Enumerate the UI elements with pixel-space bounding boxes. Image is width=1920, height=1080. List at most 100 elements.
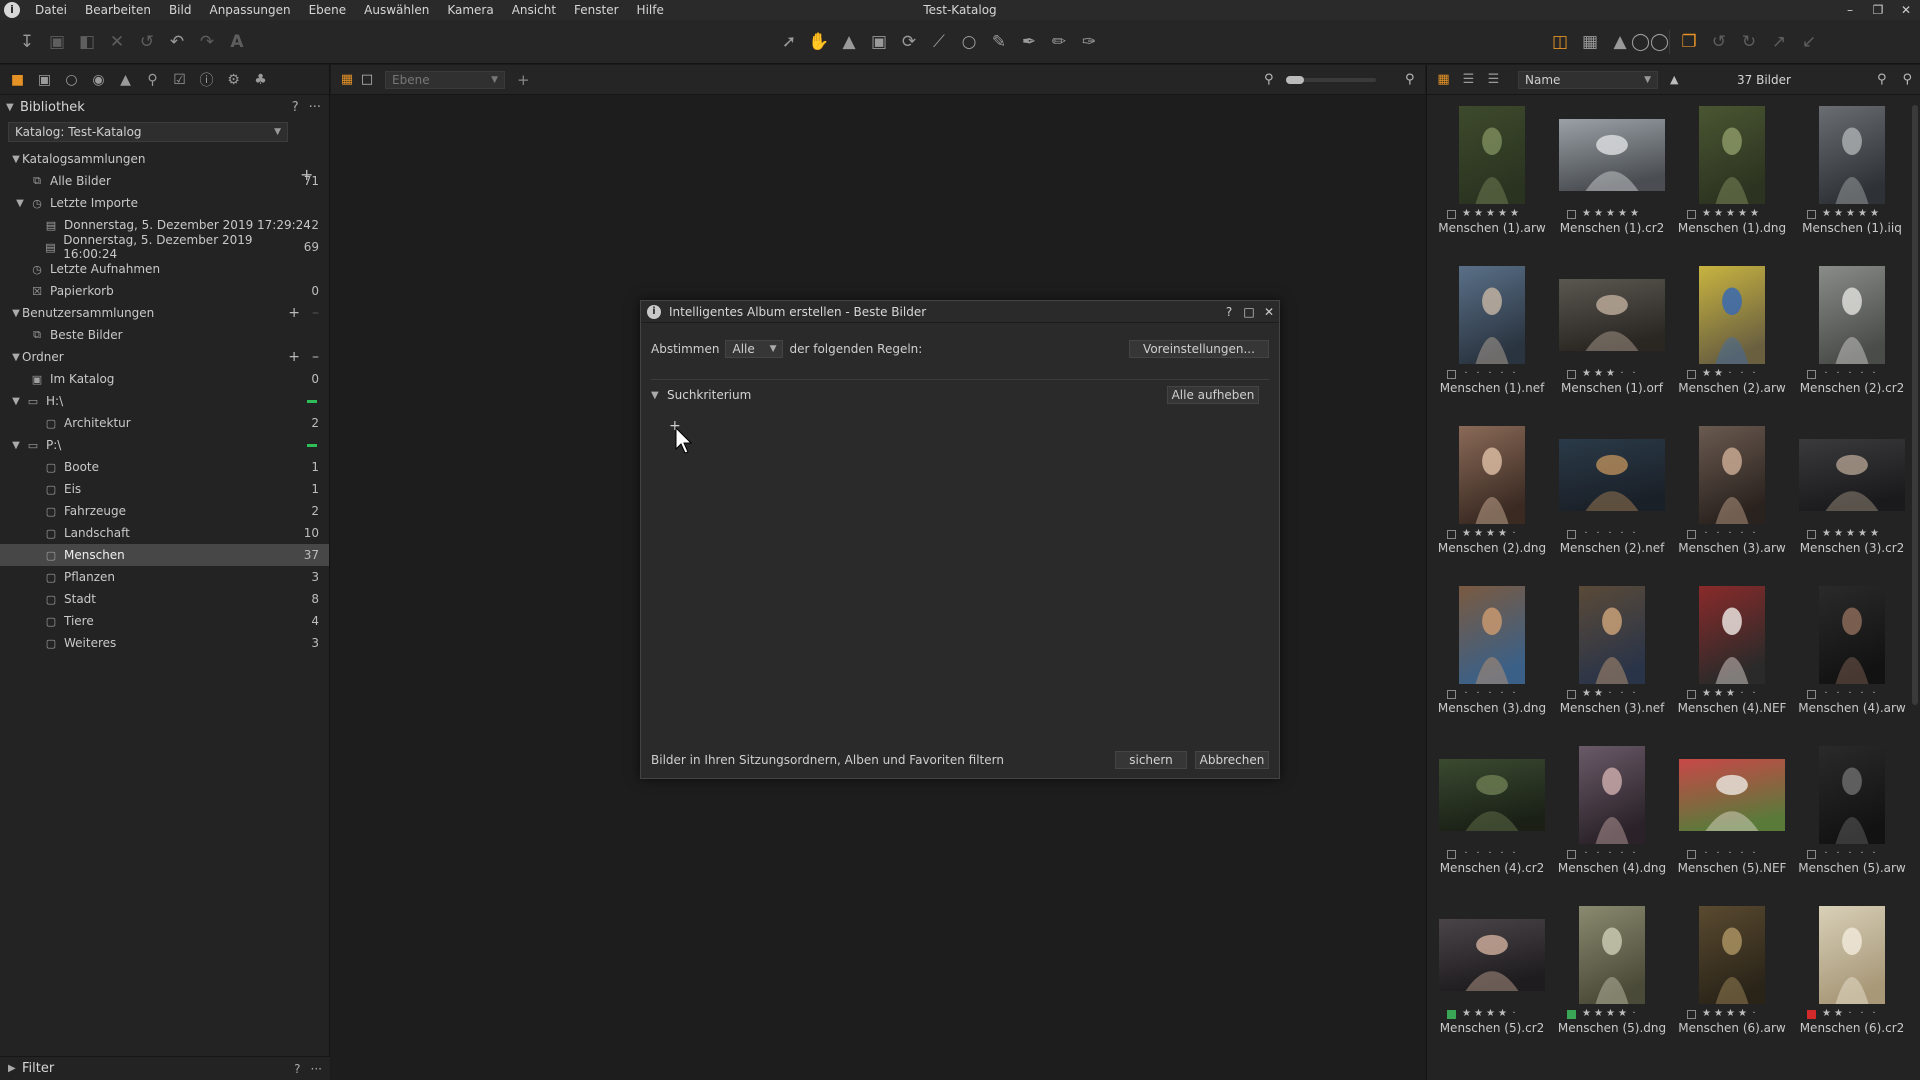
- star-empty-icon[interactable]: ·: [1606, 529, 1614, 539]
- maximize-icon[interactable]: ❐: [1864, 0, 1892, 20]
- more-icon[interactable]: ···: [309, 100, 321, 115]
- color-tag-checkbox[interactable]: [1687, 209, 1696, 219]
- thumbnail-item[interactable]: ★ ★ ★ ★ · Menschen (5).dng: [1553, 905, 1671, 1065]
- hand-icon[interactable]: ✋: [804, 27, 834, 57]
- thumbnail-item[interactable]: ★ ★ ★ ★ ★ Menschen (1).iiq: [1793, 105, 1911, 265]
- glasses-icon[interactable]: ◯◯: [1631, 27, 1669, 57]
- drive-item[interactable]: ▼ ▭ P:\: [0, 434, 329, 456]
- star-empty-icon[interactable]: ·: [1606, 689, 1614, 699]
- star-filled-icon[interactable]: ★: [1474, 529, 1483, 539]
- thumbnail-item[interactable]: ★ ★ · · · Menschen (2).arw: [1673, 265, 1791, 425]
- star-empty-icon[interactable]: ·: [1582, 849, 1590, 859]
- color-tag-checkbox[interactable]: [1687, 529, 1696, 539]
- star-empty-icon[interactable]: ·: [1618, 689, 1626, 699]
- star-rating[interactable]: ★ ★ ★ ★ ·: [1447, 1008, 1547, 1020]
- color-tag-checkbox[interactable]: [1687, 369, 1696, 379]
- star-filled-icon[interactable]: ★: [1630, 209, 1639, 219]
- details-view-icon[interactable]: ☰: [1481, 72, 1506, 87]
- star-empty-icon[interactable]: ·: [1750, 849, 1758, 859]
- star-filled-icon[interactable]: ★: [1714, 1009, 1723, 1019]
- star-empty-icon[interactable]: ·: [1510, 529, 1518, 539]
- star-filled-icon[interactable]: ★: [1474, 209, 1483, 219]
- star-filled-icon[interactable]: ★: [1462, 1009, 1471, 1019]
- star-filled-icon[interactable]: ★: [1750, 209, 1759, 219]
- styles-tab-icon[interactable]: ♣: [247, 69, 274, 91]
- star-empty-icon[interactable]: ·: [1870, 849, 1878, 859]
- star-filled-icon[interactable]: ★: [1486, 529, 1495, 539]
- folder-item[interactable]: ▢ Menschen 37: [0, 544, 329, 566]
- color-tag-checkbox[interactable]: [1447, 849, 1456, 859]
- star-rating[interactable]: ★ ★ · · ·: [1687, 368, 1787, 380]
- star-rating[interactable]: ★ ★ · · ·: [1567, 688, 1667, 700]
- star-filled-icon[interactable]: ★: [1714, 689, 1723, 699]
- star-empty-icon[interactable]: ·: [1510, 1009, 1518, 1019]
- folder-item[interactable]: ▢ Pflanzen 3: [0, 566, 329, 588]
- zoom-out-icon[interactable]: ⚲: [1264, 65, 1274, 95]
- thumbnail-item[interactable]: ★ ★ · · · Menschen (6).cr2: [1793, 905, 1911, 1065]
- cancel-button[interactable]: Abbrechen: [1195, 751, 1269, 769]
- folder-item[interactable]: ▢ Weiteres 3: [0, 632, 329, 654]
- star-filled-icon[interactable]: ★: [1702, 1009, 1711, 1019]
- catalog-collection-item[interactable]: ▼ ◷ Letzte Importe: [0, 192, 329, 214]
- star-filled-icon[interactable]: ★: [1462, 209, 1471, 219]
- star-filled-icon[interactable]: ★: [1738, 1009, 1747, 1019]
- star-rating[interactable]: · · · · ·: [1807, 688, 1907, 700]
- star-filled-icon[interactable]: ★: [1606, 1009, 1615, 1019]
- multi-view-icon[interactable]: ▦: [337, 72, 357, 87]
- text-icon[interactable]: A: [222, 27, 252, 57]
- star-empty-icon[interactable]: ·: [1738, 689, 1746, 699]
- catalog-collection-item[interactable]: ☒ Papierkorb 0: [0, 280, 329, 302]
- keystone-icon[interactable]: ⟋: [924, 27, 954, 57]
- star-empty-icon[interactable]: ·: [1750, 529, 1758, 539]
- star-filled-icon[interactable]: ★: [1834, 529, 1843, 539]
- thumbnail-item[interactable]: · · · · · Menschen (5).arw: [1793, 745, 1911, 905]
- star-empty-icon[interactable]: ·: [1870, 369, 1878, 379]
- star-filled-icon[interactable]: ★: [1594, 209, 1603, 219]
- chevron-down-icon[interactable]: ▼: [10, 154, 22, 165]
- star-empty-icon[interactable]: ·: [1750, 369, 1758, 379]
- star-empty-icon[interactable]: ·: [1846, 1009, 1854, 1019]
- star-empty-icon[interactable]: ·: [1870, 1009, 1878, 1019]
- star-empty-icon[interactable]: ·: [1834, 369, 1842, 379]
- thumbnail-item[interactable]: ★ ★ ★ ★ ★ Menschen (1).arw: [1433, 105, 1551, 265]
- sort-direction-icon[interactable]: ▲: [1670, 73, 1678, 86]
- menu-item[interactable]: Auswählen: [355, 0, 438, 20]
- star-filled-icon[interactable]: ★: [1582, 369, 1591, 379]
- gradient-icon[interactable]: ✑: [1074, 27, 1104, 57]
- redo-icon[interactable]: ↷: [192, 27, 222, 57]
- catalog-collection-item[interactable]: ◷ Letzte Aufnahmen: [0, 258, 329, 280]
- star-empty-icon[interactable]: ·: [1738, 369, 1746, 379]
- color-tag-checkbox[interactable]: [1807, 369, 1816, 379]
- star-rating[interactable]: ★ ★ ★ ★ ★: [1807, 528, 1907, 540]
- undo-icon[interactable]: ↶: [162, 27, 192, 57]
- star-empty-icon[interactable]: ·: [1858, 849, 1866, 859]
- star-empty-icon[interactable]: ·: [1846, 369, 1854, 379]
- folder-in-catalog[interactable]: ▣ Im Katalog 0: [0, 368, 329, 390]
- star-rating[interactable]: · · · · ·: [1567, 848, 1667, 860]
- star-filled-icon[interactable]: ★: [1498, 209, 1507, 219]
- star-empty-icon[interactable]: ·: [1474, 689, 1482, 699]
- star-empty-icon[interactable]: ·: [1738, 849, 1746, 859]
- star-rating[interactable]: · · · · ·: [1687, 848, 1787, 860]
- criteria-header[interactable]: ▼ Suchkriterium Alle aufheben: [651, 385, 1259, 405]
- star-filled-icon[interactable]: ★: [1846, 529, 1855, 539]
- star-filled-icon[interactable]: ★: [1582, 1009, 1591, 1019]
- star-rating[interactable]: · · · · ·: [1447, 848, 1547, 860]
- adjustments-tab-icon[interactable]: ☑: [166, 69, 193, 91]
- star-filled-icon[interactable]: ★: [1834, 209, 1843, 219]
- star-filled-icon[interactable]: ★: [1606, 369, 1615, 379]
- capture-tab-icon[interactable]: ▣: [31, 69, 58, 91]
- search-icon[interactable]: ⚲: [1902, 65, 1912, 95]
- chevron-down-icon[interactable]: ▼: [10, 396, 22, 407]
- star-empty-icon[interactable]: ·: [1510, 849, 1518, 859]
- apply-icon[interactable]: ↙: [1794, 27, 1824, 57]
- color-tag-checkbox[interactable]: [1807, 529, 1816, 539]
- help-icon[interactable]: ?: [1219, 305, 1239, 319]
- output-tab-icon[interactable]: ⚙: [220, 69, 247, 91]
- catalog-collection-item[interactable]: ⧉ Alle Bilder 71: [0, 170, 329, 192]
- star-filled-icon[interactable]: ★: [1846, 209, 1855, 219]
- color-tag-checkbox[interactable]: [1687, 849, 1696, 859]
- star-filled-icon[interactable]: ★: [1618, 1009, 1627, 1019]
- star-empty-icon[interactable]: ·: [1474, 849, 1482, 859]
- drive-item[interactable]: ▼ ▭ H:\: [0, 390, 329, 412]
